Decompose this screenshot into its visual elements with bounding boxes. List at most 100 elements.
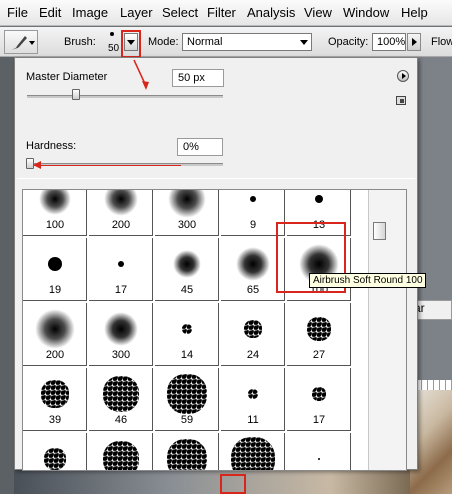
new-preset-icon[interactable]: [396, 96, 406, 105]
brush-preset-cell[interactable]: 19: [23, 238, 87, 301]
master-diameter-value: 50 px: [178, 72, 205, 84]
hardness-label: Hardness:: [26, 140, 77, 152]
brush-label: Brush:: [64, 36, 96, 48]
brush-tip-preview: [318, 458, 320, 460]
opacity-label: Opacity:: [328, 36, 369, 48]
brush-size-label: 59: [180, 414, 194, 426]
brush-preset-cell[interactable]: [287, 433, 351, 470]
brush-tip-preview: [315, 195, 323, 203]
brush-tip-preview: [250, 196, 256, 202]
mode-dropdown[interactable]: Normal: [182, 33, 312, 51]
brush-preset-cell[interactable]: 45: [155, 238, 219, 301]
menu-image[interactable]: Image: [72, 5, 108, 20]
brush-size-label: 17: [114, 284, 128, 296]
highlight-box: [220, 474, 246, 494]
brush-tool-icon: [12, 36, 27, 50]
brush-preset-cell[interactable]: 24: [221, 303, 285, 366]
brush-size-label: 46: [114, 414, 128, 426]
brush-preset-cell[interactable]: 17: [287, 368, 351, 431]
menu-filter[interactable]: Filter: [207, 5, 236, 20]
panel-menu-button[interactable]: [397, 70, 409, 82]
brush-size-label: 17: [312, 414, 326, 426]
brush-tip-preview: [244, 320, 262, 338]
brush-preset-cell[interactable]: 300: [89, 303, 153, 366]
brush-size-label: 27: [312, 349, 326, 361]
brush-tip-preview: [104, 312, 138, 346]
brush-size-label: 300: [177, 219, 197, 231]
red-arrow-head: [33, 161, 41, 169]
master-diameter-slider-thumb[interactable]: [72, 89, 80, 100]
hardness-input[interactable]: 0%: [177, 138, 223, 156]
brush-size-label: 11: [247, 414, 259, 426]
brush-tip-preview: [104, 190, 138, 216]
brush-preset-cell[interactable]: [89, 433, 153, 470]
brush-preset-cell[interactable]: [23, 433, 87, 470]
opacity-slider-button[interactable]: [407, 33, 421, 51]
tooltip: Airbrush Soft Round 100: [309, 273, 426, 288]
chevron-down-icon: [300, 40, 308, 45]
brush-preset-cell[interactable]: 59: [155, 368, 219, 431]
mode-label: Mode:: [148, 36, 179, 48]
flow-label: Flow: [431, 36, 452, 48]
brush-tip-preview: [182, 324, 192, 334]
brush-tip-preview: [41, 380, 69, 408]
brush-size-label: 45: [180, 284, 194, 296]
chevron-down-icon: [29, 41, 35, 45]
menu-window[interactable]: Window: [343, 5, 389, 20]
brush-size-label: 200: [111, 219, 131, 231]
menu-analysis[interactable]: Analysis: [247, 5, 295, 20]
brush-tip-preview: [307, 317, 331, 341]
brush-tip-preview: [48, 257, 62, 271]
master-diameter-slider-track[interactable]: [27, 95, 223, 98]
master-diameter-label: Master Diameter: [26, 71, 108, 83]
hardness-value: 0%: [183, 141, 199, 153]
menu-layer[interactable]: Layer: [120, 5, 153, 20]
brush-tip-preview: [248, 389, 258, 399]
brush-preset-cell[interactable]: 27: [287, 303, 351, 366]
scrollbar-thumb[interactable]: [373, 222, 386, 240]
brush-preset-cell[interactable]: 11: [221, 368, 285, 431]
brush-size-label: 19: [48, 284, 62, 296]
opacity-value: 100%: [377, 36, 406, 48]
menu-edit[interactable]: Edit: [39, 5, 61, 20]
brush-tip-preview: [39, 190, 71, 215]
brush-preset-cell[interactable]: 300: [155, 190, 219, 236]
brush-tip-preview: [167, 439, 207, 470]
tool-preset-picker[interactable]: [4, 30, 38, 54]
menu-view[interactable]: View: [304, 5, 332, 20]
brush-tip-preview: [103, 441, 139, 470]
ruler: [416, 380, 452, 390]
options-bar: Brush: 50 Mode: Normal Opacity: 100% Flo…: [0, 27, 452, 57]
brush-preset-cell[interactable]: 14: [155, 303, 219, 366]
highlight-box: [121, 30, 141, 58]
brush-tip-preview: [236, 247, 270, 281]
brush-preset-cell[interactable]: 17: [89, 238, 153, 301]
brush-size-readout: 50: [108, 43, 120, 54]
brush-preset-cell[interactable]: 100: [23, 190, 87, 236]
brush-size-label: 39: [48, 414, 62, 426]
menu-select[interactable]: Select: [162, 5, 198, 20]
menu-file[interactable]: File: [7, 5, 28, 20]
brush-preset-cell[interactable]: 39: [23, 368, 87, 431]
brush-size-label: 100: [45, 219, 65, 231]
play-icon: [402, 73, 406, 79]
brush-preset-cell[interactable]: 46: [89, 368, 153, 431]
mode-value: Normal: [187, 36, 223, 48]
brush-preset-list: 100 200 300 9 13 19 17 45 65 100 200 300 14 24 27 39 46 5…: [22, 189, 407, 471]
brush-tip-preview: [118, 261, 124, 267]
chevron-right-icon: [412, 38, 417, 46]
brush-preset-cell[interactable]: 200: [23, 303, 87, 366]
brush-preset-cell[interactable]: [221, 433, 285, 470]
brush-tip-preview: [312, 387, 326, 401]
menu-bar: File Edit Image Layer Select Filter Anal…: [0, 0, 452, 26]
document-canvas-left: [0, 57, 14, 494]
opacity-input[interactable]: 100%: [372, 33, 406, 51]
brush-tip-preview: [173, 250, 201, 278]
master-diameter-input[interactable]: 50 px: [172, 69, 224, 87]
brush-preset-cell[interactable]: [155, 433, 219, 470]
menu-help[interactable]: Help: [401, 5, 428, 20]
document-canvas-bottom: [14, 470, 410, 494]
brush-tip-preview: [167, 374, 207, 414]
brush-size-label: 24: [246, 349, 260, 361]
brush-preset-cell[interactable]: 200: [89, 190, 153, 236]
